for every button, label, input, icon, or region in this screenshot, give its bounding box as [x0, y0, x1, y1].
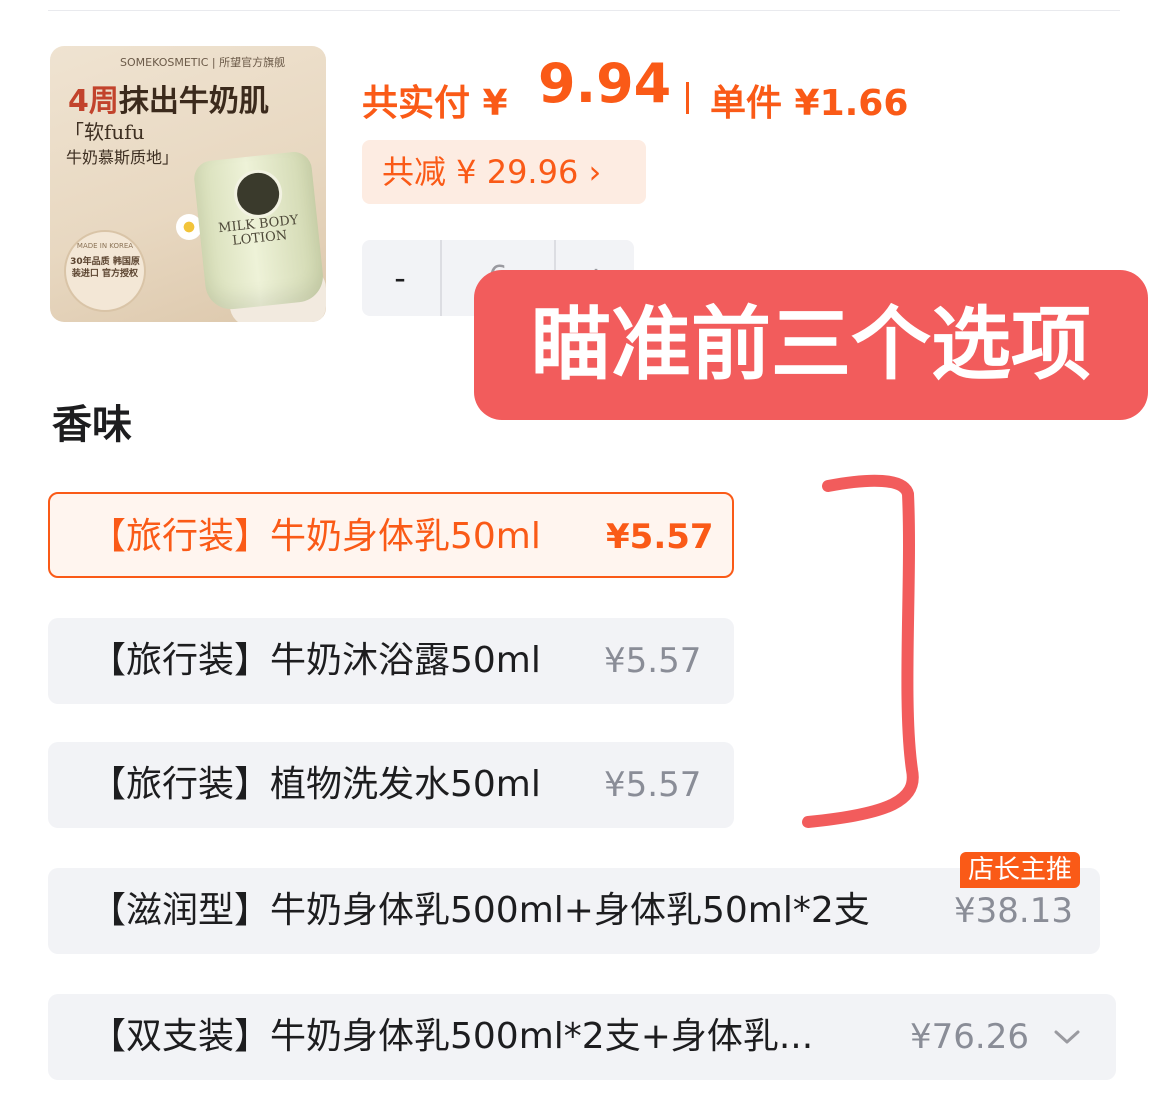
tube-label: MILK BODY LOTION — [217, 212, 300, 249]
thumbnail-tagline-2: 牛奶慕斯质地」 — [66, 148, 179, 167]
annotation-bracket — [802, 474, 919, 828]
option-name: 【滋润型】牛奶身体乳500ml+身体乳50ml*2支 — [90, 890, 870, 931]
option-price: ¥76.26 — [910, 1017, 1029, 1057]
thumbnail-tagline-1: 「软fufu — [64, 120, 145, 144]
option-name: 【旅行装】牛奶身体乳50ml — [90, 516, 541, 557]
minus-button[interactable]: - — [362, 240, 438, 316]
chevron-down-icon[interactable] — [1052, 1022, 1082, 1052]
recommended-badge: 店长主推 — [960, 852, 1081, 888]
option-name: 【旅行装】植物洗发水50ml — [90, 764, 541, 805]
made-in-korea-badge: MADE IN KOREA 30年品质 韩国原装进口 官方授权 — [64, 230, 146, 312]
section-title-scent: 香味 — [52, 402, 132, 448]
option-item-5[interactable]: 【双支装】牛奶身体乳500ml*2支+身体乳... ¥76.26 — [48, 994, 1116, 1080]
total-price-value: 9.94 — [538, 52, 672, 115]
option-item-4[interactable]: 【滋润型】牛奶身体乳500ml+身体乳50ml*2支 ¥38.13 — [48, 868, 1100, 954]
total-price-label: 共实付 ¥ — [362, 83, 508, 124]
annotation-callout: 瞄准前三个选项 — [474, 270, 1148, 420]
thumbnail-headline: 4周抹出牛奶肌 — [68, 84, 269, 119]
option-name: 【双支装】牛奶身体乳500ml*2支+身体乳... — [90, 1016, 814, 1057]
discount-button[interactable]: 共减 ¥ 29.96 › — [362, 140, 646, 204]
option-price: ¥5.57 — [604, 765, 702, 805]
product-thumbnail[interactable]: SOMEKOSMETIC | 所望官方旗舰 4周抹出牛奶肌 「软fufu 牛奶慕… — [50, 46, 326, 322]
option-item-1[interactable]: 【旅行装】牛奶身体乳50ml ¥5.57 — [48, 492, 734, 578]
cow-logo-icon — [231, 167, 285, 221]
option-item-2[interactable]: 【旅行装】牛奶沐浴露50ml ¥5.57 — [48, 618, 734, 704]
price-separator — [686, 82, 689, 114]
top-divider — [48, 10, 1120, 11]
lotion-tube-image: MILK BODY LOTION — [192, 150, 326, 312]
option-item-3[interactable]: 【旅行装】植物洗发水50ml ¥5.57 — [48, 742, 734, 828]
option-price: ¥5.57 — [606, 517, 714, 557]
unit-price: 单件 ¥1.66 — [710, 83, 909, 124]
option-name: 【旅行装】牛奶沐浴露50ml — [90, 640, 541, 681]
option-price: ¥5.57 — [604, 641, 702, 681]
brand-text: SOMEKOSMETIC | 所望官方旗舰 — [120, 56, 286, 69]
